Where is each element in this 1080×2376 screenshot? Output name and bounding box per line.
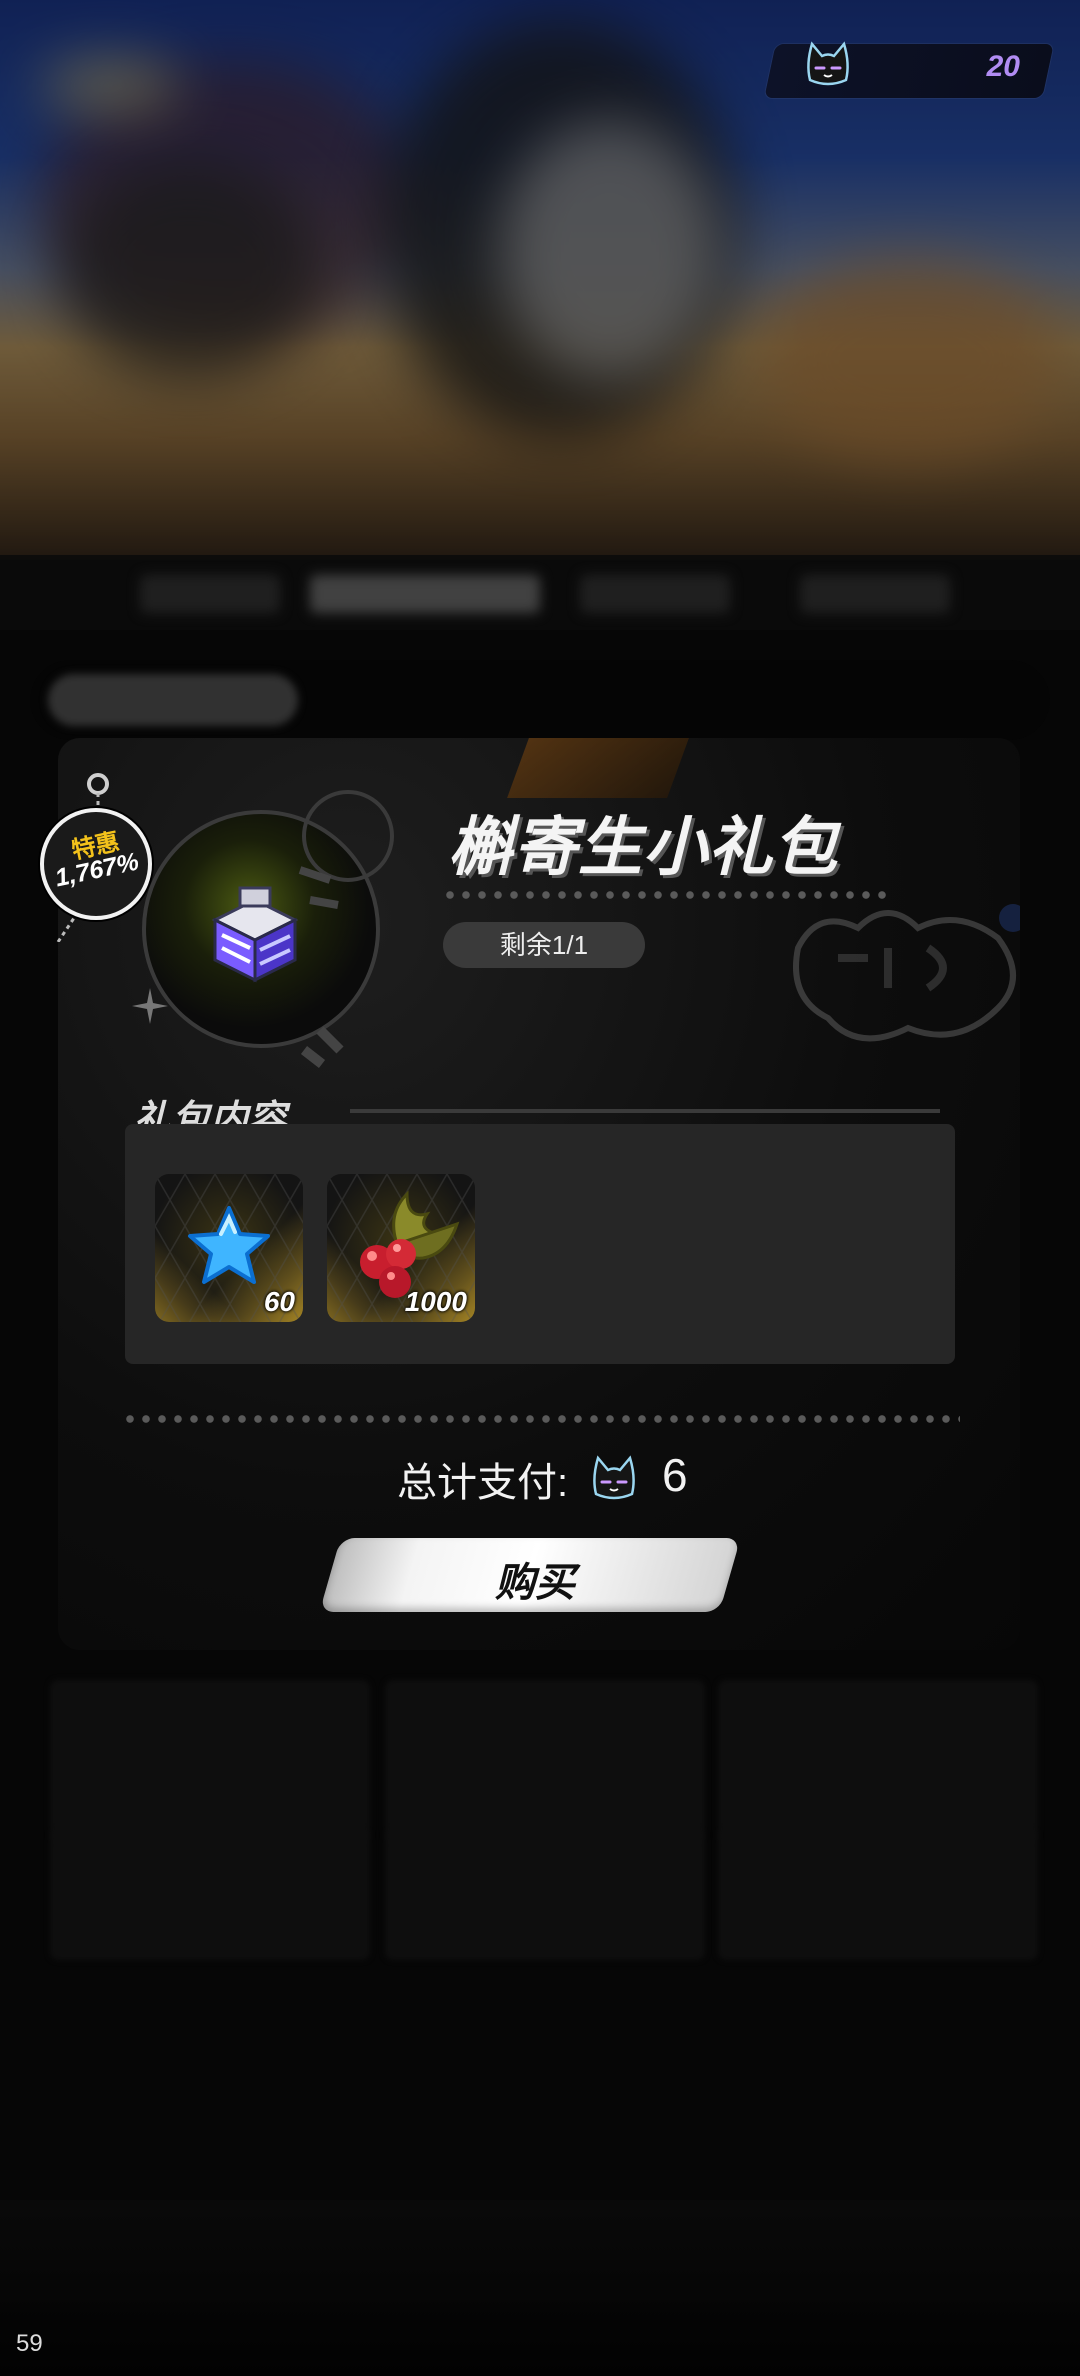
fps-counter: 59 — [16, 2330, 43, 2357]
total-divider — [122, 1414, 960, 1424]
decorative-banner — [507, 738, 689, 798]
cat-coin-icon — [807, 41, 849, 86]
pack-title: 槲寄生小礼包 — [448, 811, 838, 883]
reward-quantity: 60 — [263, 1286, 295, 1317]
gift-box-icon — [211, 886, 299, 983]
cat-coin-icon — [593, 1455, 635, 1500]
total-label: 总计支付: — [397, 1461, 569, 1505]
currency-count: 20 — [986, 50, 1020, 83]
title-divider — [442, 890, 892, 900]
sparkle-icon — [132, 988, 168, 1024]
reward-quantity: 1000 — [404, 1286, 467, 1317]
contents-divider — [350, 1109, 940, 1113]
graffiti-decoration — [793, 904, 1020, 1042]
reward-item[interactable]: 60 — [155, 1174, 303, 1322]
remaining-badge: 剩余1/1 — [443, 922, 645, 968]
total-amount: 6 — [662, 1449, 688, 1501]
buy-button-label[interactable]: 购买 — [330, 1550, 740, 1608]
reward-item[interactable]: 1000 — [327, 1174, 475, 1322]
